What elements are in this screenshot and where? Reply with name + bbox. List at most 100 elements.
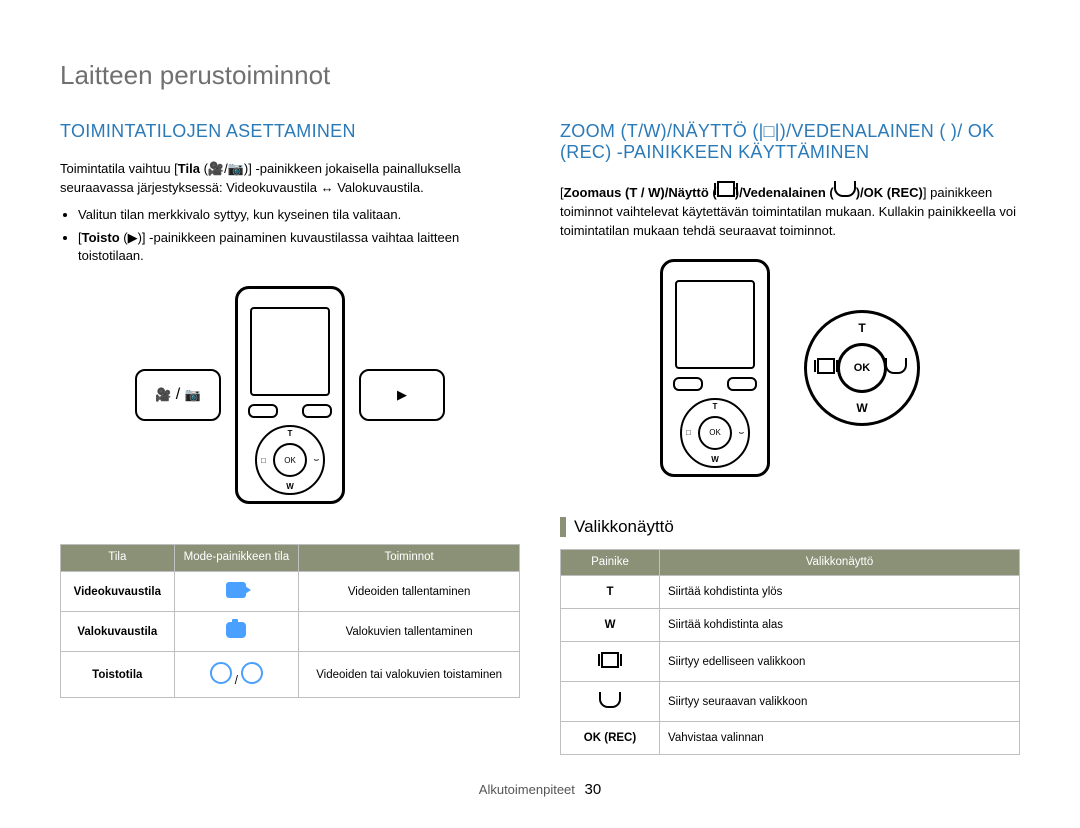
th-menu-display: Valikkonäyttö [660,549,1020,576]
navpad-left-icon: □ [686,428,691,437]
device-navpad-ok: OK [273,443,307,477]
device-button-row [673,377,757,391]
device-navpad: OK T W □ ⌣ [255,425,325,495]
device-navpad: OK T W □ ⌣ [680,398,750,468]
play-icon [210,662,232,684]
cell-button [561,642,660,682]
device-button-row [248,404,332,418]
section-heading-modes: TOIMINTATILOJEN ASETTAMINEN [60,121,520,142]
navpad-w-label: W [711,455,719,464]
underwater-icon [834,181,856,197]
mode-button-callout: 🎥 / 📷 [135,369,221,421]
playback-button-callout: ▶ [359,369,445,421]
display-icon [817,358,835,374]
photo-mode-icon: 📷 [228,160,244,179]
menu-display-table: Painike Valikkonäyttö T Siirtää kohdisti… [560,549,1020,756]
txt-bold: Tila [178,161,200,176]
right-column: ZOOM (T/W)/NÄYTTÖ (|□|)/VEDENALAINEN ( )… [560,121,1020,755]
footer-section: Alkutoimenpiteet [479,782,575,797]
th-functions: Toiminnot [299,545,520,572]
left-column: TOIMINTATILOJEN ASETTAMINEN Toimintatila… [60,121,520,755]
bullet-item: [Toisto (▶)] -painikkeen painaminen kuva… [78,229,520,267]
txt: (▶)] -painikkeen painaminen kuvaustilass… [78,230,459,264]
device-pill-button [248,404,278,418]
cell-action: Siirtyy seuraavan valikkoon [660,682,1020,722]
device-front-illustration: OK T W □ ⌣ [660,259,770,477]
play-icon [241,662,263,684]
video-icon [226,582,246,598]
table-row: Valokuvaustila Valokuvien tallentaminen [61,612,520,652]
table-row: Siirtyy edelliseen valikkoon [561,642,1020,682]
navpad-display-icon [817,358,835,377]
table-row: T Siirtää kohdistinta ylös [561,576,1020,609]
navpad-w-label: W [286,482,294,491]
cell-button: OK (REC) [561,722,660,755]
txt-bold: )/Vedenalainen ( [735,185,834,200]
th-mode-button-state: Mode-painikkeen tila [174,545,299,572]
table-row: Videokuvaustila Videoiden tallentaminen [61,572,520,612]
left-bullet-list: Valitun tilan merkkivalo syttyy, kun kys… [60,206,520,267]
txt: ( [200,161,208,176]
device-pill-button [727,377,757,391]
device-screen [250,307,330,396]
cell-function: Videoiden tallentaminen [299,572,520,612]
modes-table: Tila Mode-painikkeen tila Toiminnot Vide… [60,544,520,698]
cell-mode-name: Toistotila [61,652,175,698]
cell-mode-icon [174,612,299,652]
table-row: Siirtyy seuraavan valikkoon [561,682,1020,722]
right-paragraph-1: [Zoomaus (T / W)/Näyttö ()/Vedenalainen … [560,181,1020,241]
navpad-right-icon: ⌣ [739,428,744,438]
photo-icon [226,622,246,638]
cell-mode-name: Videokuvaustila [61,572,175,612]
navpad-ok-label: OK [837,343,887,393]
cell-button: W [561,609,660,642]
txt-bold: Toisto [82,230,120,245]
device-pill-button [673,377,703,391]
playback-icon: ▶ [397,387,407,403]
cell-action: Siirtää kohdistinta ylös [660,576,1020,609]
navpad-right-icon: ⌣ [314,455,319,465]
cell-function: Videoiden tai valokuvien toistaminen [299,652,520,698]
th-button: Painike [561,549,660,576]
subheading-row: Valikkonäyttö [560,517,1020,537]
txt: Toimintatila vaihtuu [ [60,161,178,176]
video-mode-icon: 🎥 [208,160,224,179]
navpad-underwater-icon [885,358,907,377]
txt-bold: )/OK (REC) [856,185,923,200]
th-mode: Tila [61,545,175,572]
bullet-item: Valitun tilan merkkivalo syttyy, kun kys… [78,206,520,225]
navpad-enlarged: OK T W [804,310,920,426]
navpad-t-label: T [858,321,865,335]
chapter-title: Laitteen perustoiminnot [60,60,1020,91]
cell-action: Vahvistaa valinnan [660,722,1020,755]
cell-mode-icon: / [174,652,299,698]
device-front-illustration: OK T W □ ⌣ [235,286,345,504]
video-mode-icon: 🎥 [155,387,171,403]
section-heading-zoom-button: ZOOM (T/W)/NÄYTTÖ (|□|)/VEDENALAINEN ( )… [560,121,1020,163]
photo-mode-icon: 📷 [185,387,201,403]
subheading-menu-display: Valikkonäyttö [574,517,674,537]
left-device-illustration: 🎥 / 📷 OK T W □ ⌣ [60,286,520,504]
table-row: Toistotila / Videoiden tai valokuvien to… [61,652,520,698]
cell-action: Siirtää kohdistinta alas [660,609,1020,642]
display-icon [717,181,735,197]
navpad-w-label: W [856,401,867,415]
device-navpad-ok: OK [698,416,732,450]
cell-mode-icon [174,572,299,612]
cell-button [561,682,660,722]
navpad-t-label: T [713,402,718,411]
left-paragraph-1: Toimintatila vaihtuu [Tila (🎥/📷)] -paini… [60,160,520,198]
device-screen [675,280,755,369]
table-row: W Siirtää kohdistinta alas [561,609,1020,642]
txt-bold: Zoomaus (T / W)/Näyttö ( [564,185,717,200]
cell-function: Valokuvien tallentaminen [299,612,520,652]
navpad-t-label: T [288,429,293,438]
page-footer: Alkutoimenpiteet 30 [60,781,1020,798]
page-number: 30 [585,781,602,798]
underwater-icon [599,692,621,708]
cell-mode-name: Valokuvaustila [61,612,175,652]
subheading-bar [560,517,566,537]
navpad-left-icon: □ [261,456,266,465]
table-row: OK (REC) Vahvistaa valinnan [561,722,1020,755]
device-pill-button [302,404,332,418]
